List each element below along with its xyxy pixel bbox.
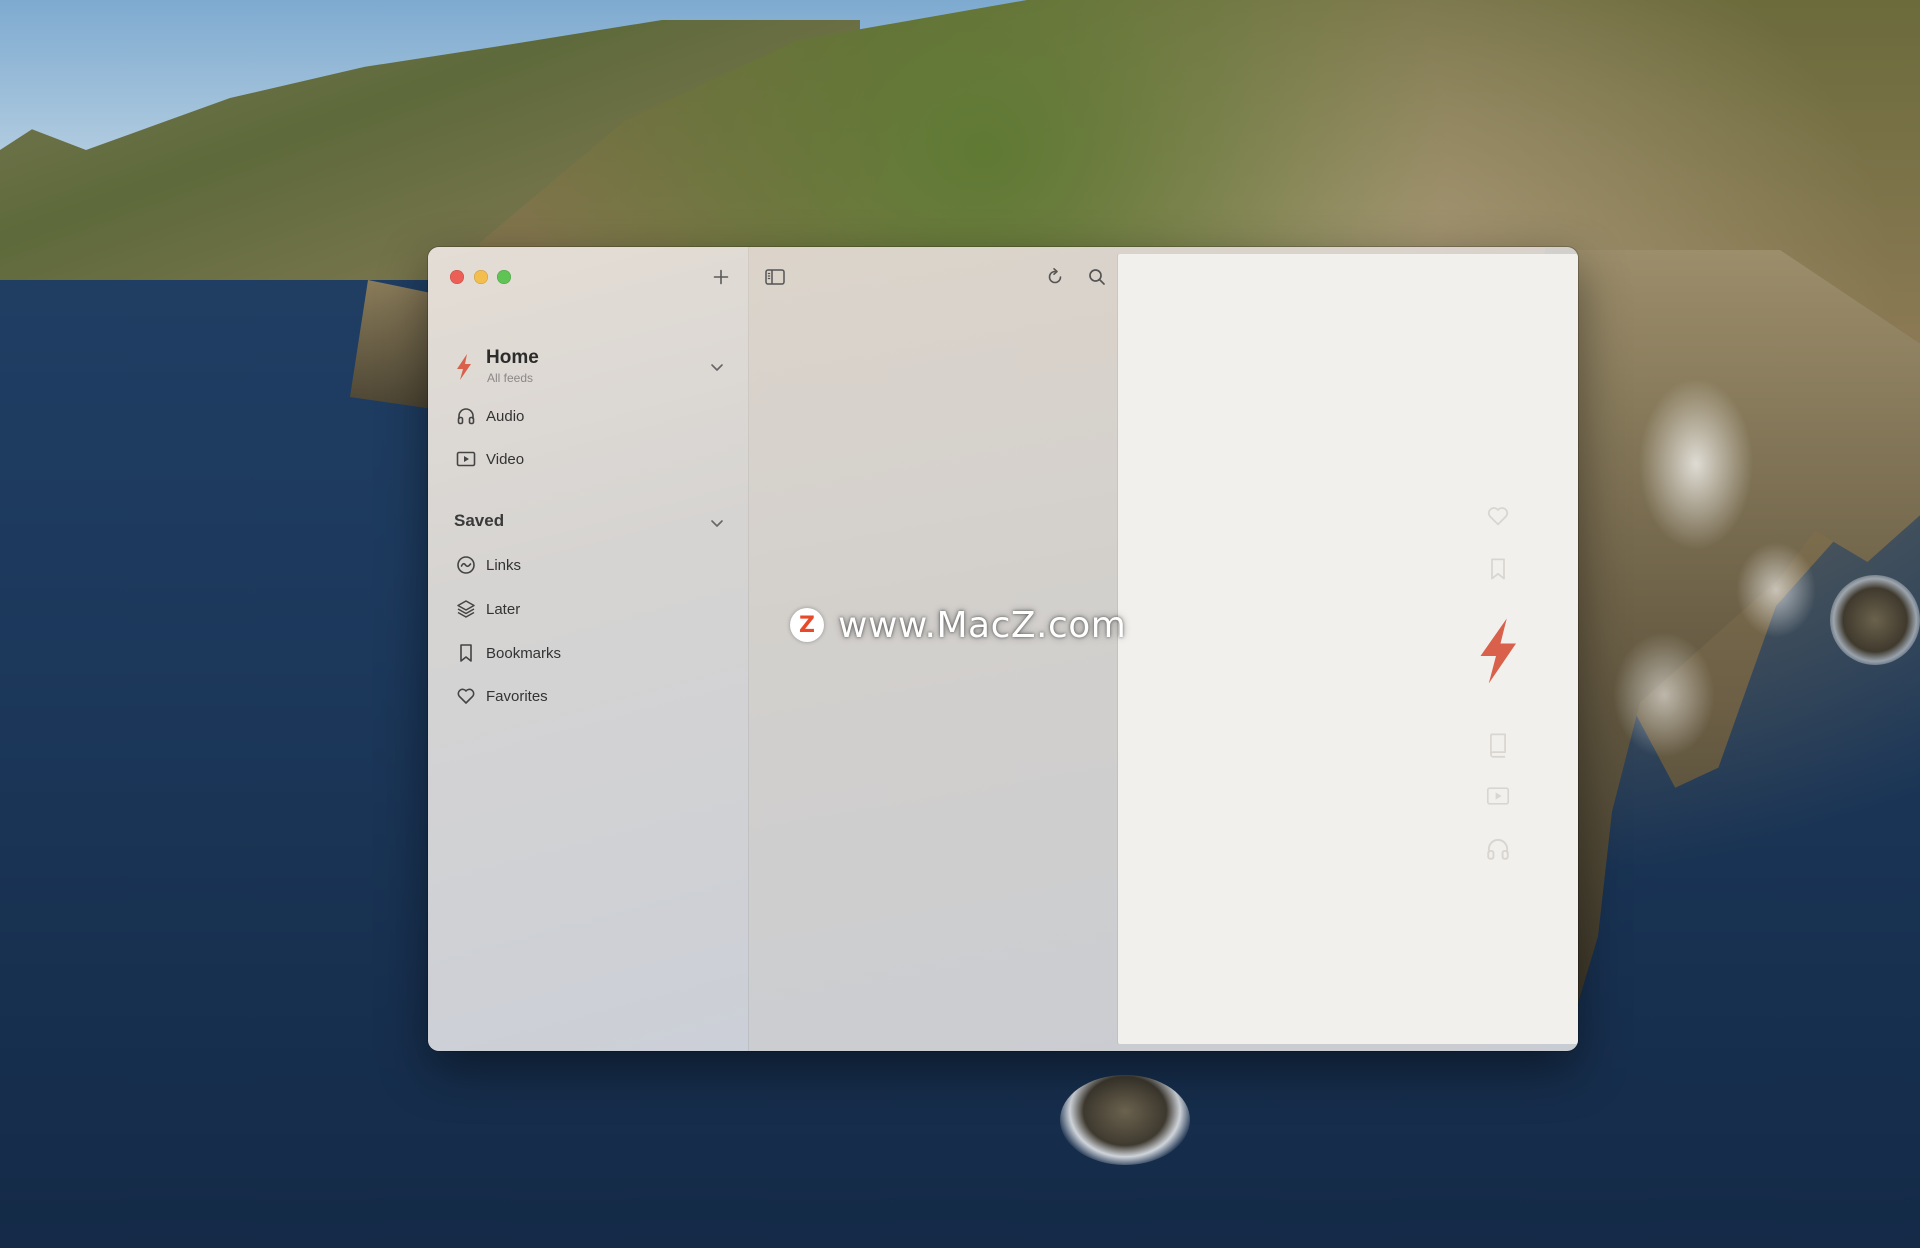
sidebar-item-favorites[interactable]: Favorites	[456, 682, 726, 710]
book-icon	[1473, 732, 1523, 758]
watermark-text: www.MacZ.com	[838, 604, 1127, 646]
refresh-icon	[1048, 268, 1062, 284]
sidebar-item-label: Audio	[486, 407, 525, 425]
sidebar-item-label: Later	[486, 600, 521, 618]
headphones-icon	[1473, 836, 1523, 862]
link-circle-icon	[456, 555, 476, 575]
home-subtitle: All feeds	[487, 371, 534, 385]
sidebar-item-label: Video	[486, 450, 525, 468]
reader-empty-state-icons	[1473, 254, 1523, 1044]
sidebar-item-home[interactable]: Home All feeds	[454, 347, 734, 391]
home-title: Home	[486, 347, 539, 368]
search-button[interactable]	[1084, 264, 1110, 290]
sidebar-item-label: Links	[486, 556, 522, 574]
section-title-saved: Saved	[454, 511, 505, 530]
sidebar-item-later[interactable]: Later	[456, 595, 726, 623]
window-maximize-button[interactable]	[497, 270, 511, 284]
sidebar-item-audio[interactable]: Audio	[456, 402, 726, 430]
reader-pane	[1118, 254, 1578, 1044]
refresh-button[interactable]	[1042, 264, 1068, 290]
toggle-sidebar-button[interactable]	[762, 264, 788, 290]
bookmark-icon	[456, 643, 476, 663]
layers-icon	[456, 599, 476, 619]
sidebar-item-label: Favorites	[486, 687, 548, 705]
sidebar-icon	[765, 269, 785, 285]
sidebar-item-bookmarks[interactable]: Bookmarks	[456, 639, 726, 667]
search-icon	[1089, 269, 1105, 285]
bolt-icon	[1473, 609, 1523, 693]
plus-icon	[713, 269, 729, 285]
sidebar-item-video[interactable]: Video	[456, 445, 726, 473]
sidebar-item-label: Bookmarks	[486, 644, 562, 662]
sidebar: Home All feeds Audio Video Saved Links L…	[428, 247, 749, 1051]
heart-icon	[1473, 504, 1523, 528]
bolt-icon	[457, 354, 471, 380]
wallpaper-islet	[1060, 1075, 1190, 1165]
window-close-button[interactable]	[450, 270, 464, 284]
chevron-down-icon[interactable]	[709, 359, 725, 375]
wallpaper-rock-left	[350, 280, 440, 410]
sidebar-item-links[interactable]: Links	[456, 551, 726, 579]
window-minimize-button[interactable]	[474, 270, 488, 284]
heart-icon	[456, 686, 476, 706]
add-feed-button[interactable]	[708, 264, 734, 290]
video-icon	[1473, 784, 1523, 808]
bookmark-icon	[1473, 556, 1523, 582]
wallpaper-rock-right	[1830, 575, 1920, 665]
watermark-logo: Z	[790, 608, 824, 642]
chevron-down-icon[interactable]	[709, 515, 725, 531]
headphones-icon	[456, 406, 476, 426]
watermark: Z www.MacZ.com	[790, 600, 1126, 650]
video-icon	[456, 449, 476, 469]
